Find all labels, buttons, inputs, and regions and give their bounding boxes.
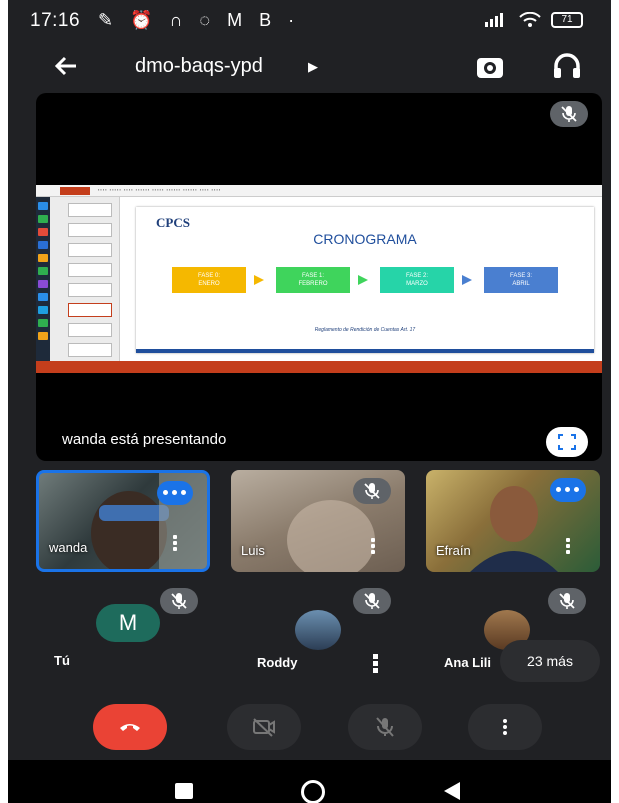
slide-title: CRONOGRAMA bbox=[313, 231, 417, 247]
slide-thumbnails bbox=[50, 197, 120, 361]
avatar: M bbox=[96, 604, 160, 642]
end-call-button[interactable] bbox=[93, 704, 167, 750]
fullscreen-icon bbox=[558, 434, 576, 450]
top-app-bar: dmo-baqs-ypd ▶ bbox=[8, 40, 611, 95]
mute-badge bbox=[160, 588, 198, 614]
mute-badge bbox=[353, 478, 391, 504]
more-vert-icon[interactable] bbox=[173, 533, 179, 553]
participant-tile-wanda[interactable]: wanda bbox=[36, 470, 210, 572]
wifi-icon bbox=[519, 12, 541, 27]
mute-badge bbox=[548, 588, 586, 614]
participant-tile-roddy[interactable]: Roddy bbox=[231, 586, 405, 678]
participant-name: Roddy bbox=[257, 655, 298, 670]
arrow-icon bbox=[358, 275, 368, 285]
more-vert-icon bbox=[503, 719, 507, 735]
slide-canvas: CPCS CRONOGRAMA FASE 0: ENERO FASE 1: FE… bbox=[136, 207, 594, 353]
powerpoint-statusbar bbox=[36, 361, 602, 373]
shared-screen: ▪▪▪▪ ▪▪▪▪▪ ▪▪▪▪ ▪▪▪▪▪▪ ▪▪▪▪▪ ▪▪▪▪▪▪ ▪▪▪▪… bbox=[36, 185, 602, 373]
mic-off-icon bbox=[376, 717, 394, 737]
phase-0: FASE 0: ENERO bbox=[172, 267, 246, 293]
battery-icon: 71 bbox=[551, 12, 583, 28]
participant-name: Tú bbox=[54, 653, 70, 668]
participant-name: Luis bbox=[241, 543, 265, 558]
system-nav-bar bbox=[8, 760, 611, 803]
more-vert-icon[interactable] bbox=[371, 536, 377, 556]
participant-tile-self[interactable]: M Tú bbox=[36, 586, 210, 678]
hang-up-icon bbox=[120, 724, 140, 731]
caret-right-icon[interactable]: ▶ bbox=[308, 59, 318, 75]
camera-off-icon bbox=[253, 718, 275, 737]
presenter-label: wanda está presentando bbox=[62, 431, 227, 448]
meet-screen: 17:16 ✎ ⏰ ∩ ◌ M B · 71 dmo-baqs-ypd ▶ ▪▪… bbox=[8, 0, 611, 803]
status-bar: 17:16 ✎ ⏰ ∩ ◌ M B · 71 bbox=[8, 0, 611, 40]
mic-off-icon bbox=[171, 593, 187, 609]
system-icons: 71 bbox=[485, 12, 583, 28]
home-icon[interactable] bbox=[301, 780, 325, 803]
mic-off-icon bbox=[364, 483, 380, 499]
back-icon[interactable] bbox=[444, 782, 460, 800]
phase-3: FASE 3: ABRIL bbox=[484, 267, 558, 293]
arrow-icon bbox=[254, 275, 264, 285]
switch-camera-icon[interactable] bbox=[473, 50, 507, 84]
speaking-indicator bbox=[550, 478, 586, 502]
presenter-mute-badge bbox=[550, 101, 588, 127]
arrow-icon bbox=[462, 275, 472, 285]
notification-icons: ✎ ⏰ ∩ ◌ M B · bbox=[98, 10, 301, 30]
mic-toggle-button[interactable] bbox=[348, 704, 422, 750]
more-options-button[interactable] bbox=[468, 704, 542, 750]
slide-logo: CPCS bbox=[156, 215, 190, 230]
headphones-icon[interactable] bbox=[551, 50, 583, 82]
meeting-code[interactable]: dmo-baqs-ypd bbox=[135, 55, 263, 78]
more-vert-icon[interactable] bbox=[566, 536, 572, 556]
windows-taskbar bbox=[36, 197, 50, 361]
speaking-indicator bbox=[157, 481, 193, 505]
presentation-stage[interactable]: ▪▪▪▪ ▪▪▪▪▪ ▪▪▪▪ ▪▪▪▪▪▪ ▪▪▪▪▪ ▪▪▪▪▪▪ ▪▪▪▪… bbox=[36, 93, 602, 461]
fullscreen-button[interactable] bbox=[546, 427, 588, 457]
mic-off-icon bbox=[559, 593, 575, 609]
phase-1: FASE 1: FEBRERO bbox=[276, 267, 350, 293]
signal-icon bbox=[485, 13, 503, 27]
mute-badge bbox=[353, 588, 391, 614]
avatar bbox=[295, 610, 341, 650]
clock: 17:16 bbox=[30, 10, 81, 31]
camera-toggle-button[interactable] bbox=[227, 704, 301, 750]
more-vert-icon[interactable] bbox=[373, 652, 379, 675]
participant-name: Efraín bbox=[436, 543, 471, 558]
back-arrow-icon[interactable] bbox=[50, 50, 82, 82]
recents-icon[interactable] bbox=[175, 783, 193, 799]
slide-footer: Reglamento de Rendición de Cuentas Art. … bbox=[314, 327, 416, 333]
mic-off-icon bbox=[561, 106, 577, 122]
participant-name: wanda bbox=[49, 540, 88, 555]
participant-tile-luis[interactable]: Luis bbox=[231, 470, 405, 572]
participant-tile-efrain[interactable]: Efraín bbox=[426, 470, 600, 572]
participant-name: Ana Lili bbox=[444, 655, 491, 670]
mic-off-icon bbox=[364, 593, 380, 609]
more-participants-button[interactable]: 23 más bbox=[500, 640, 600, 682]
phase-2: FASE 2: MARZO bbox=[380, 267, 454, 293]
powerpoint-ribbon: ▪▪▪▪ ▪▪▪▪▪ ▪▪▪▪ ▪▪▪▪▪▪ ▪▪▪▪▪ ▪▪▪▪▪▪ ▪▪▪▪… bbox=[36, 185, 602, 197]
